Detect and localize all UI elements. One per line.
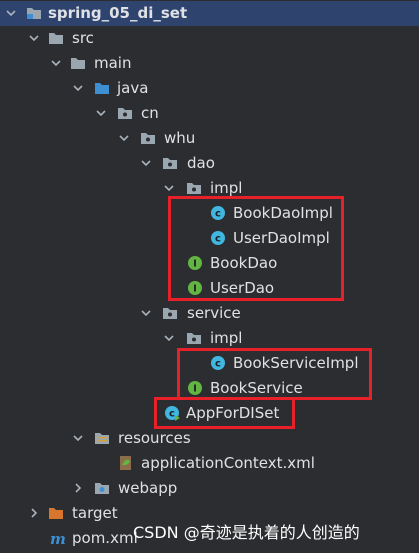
tree-label-main: main bbox=[94, 54, 132, 72]
folder-icon bbox=[49, 33, 63, 44]
chevron-down-icon[interactable] bbox=[95, 107, 107, 119]
chevron-down-icon[interactable] bbox=[163, 332, 175, 344]
tree-label-resources: resources bbox=[118, 429, 191, 447]
tree-label-cn: cn bbox=[141, 104, 159, 122]
chevron-down-icon[interactable] bbox=[118, 132, 130, 144]
chevron-right-icon[interactable] bbox=[28, 507, 40, 519]
resources-folder-icon bbox=[95, 433, 109, 444]
tree-row-dao[interactable]: dao bbox=[0, 151, 419, 176]
tree-row-app-context[interactable]: applicationContext.xml bbox=[0, 451, 419, 476]
project-folder-icon bbox=[27, 8, 41, 19]
package-icon bbox=[163, 158, 177, 169]
tree-label-app-context: applicationContext.xml bbox=[141, 454, 315, 472]
package-icon bbox=[163, 308, 177, 319]
tree-row-main[interactable]: main bbox=[0, 51, 419, 76]
tree-row-src[interactable]: src bbox=[0, 26, 419, 51]
highlight-dao-classes bbox=[168, 196, 344, 301]
chevron-down-icon[interactable] bbox=[140, 307, 152, 319]
tree-row-java[interactable]: java bbox=[0, 76, 419, 101]
tree-row-cn[interactable]: cn bbox=[0, 101, 419, 126]
package-icon bbox=[187, 183, 201, 194]
package-icon bbox=[141, 133, 155, 144]
chevron-down-icon[interactable] bbox=[163, 182, 175, 194]
web-folder-icon bbox=[95, 483, 109, 494]
tree-row-project[interactable]: spring_05_di_set bbox=[0, 1, 419, 26]
chevron-down-icon[interactable] bbox=[72, 432, 84, 444]
chevron-down-icon[interactable] bbox=[140, 157, 152, 169]
svg-text:m: m bbox=[50, 530, 65, 546]
source-folder-icon bbox=[95, 83, 109, 94]
tree-label-service: service bbox=[187, 304, 241, 322]
tree-label-target: target bbox=[72, 504, 118, 522]
tree-label-pom: pom.xml bbox=[72, 529, 138, 547]
highlight-app-class bbox=[154, 397, 295, 429]
tree-label-src: src bbox=[72, 29, 94, 47]
chevron-down-icon[interactable] bbox=[5, 7, 17, 19]
watermark: CSDN @奇迹是执着的人创造的 bbox=[133, 523, 360, 542]
tree-label-dao: dao bbox=[187, 154, 215, 172]
project-tree: spring_05_di_set src main java cn whu da… bbox=[0, 0, 419, 553]
chevron-down-icon[interactable] bbox=[50, 57, 62, 69]
tree-row-service[interactable]: service bbox=[0, 301, 419, 326]
package-icon bbox=[187, 333, 201, 344]
tree-row-webapp[interactable]: webapp bbox=[0, 476, 419, 501]
chevron-down-icon[interactable] bbox=[72, 82, 84, 94]
tree-row-resources[interactable]: resources bbox=[0, 426, 419, 451]
tree-label-whu: whu bbox=[164, 129, 196, 147]
highlight-service-classes bbox=[177, 348, 372, 400]
chevron-down-icon[interactable] bbox=[28, 32, 40, 44]
package-icon bbox=[118, 108, 132, 119]
tree-label-java: java bbox=[117, 79, 149, 97]
chevron-right-icon[interactable] bbox=[72, 482, 84, 494]
tree-row-whu[interactable]: whu bbox=[0, 126, 419, 151]
folder-icon bbox=[71, 58, 85, 69]
maven-icon: m bbox=[50, 530, 65, 546]
spring-xml-icon bbox=[120, 456, 131, 470]
excluded-folder-icon bbox=[49, 508, 63, 519]
project-name: spring_05_di_set bbox=[48, 4, 188, 22]
tree-label-webapp: webapp bbox=[118, 479, 178, 497]
